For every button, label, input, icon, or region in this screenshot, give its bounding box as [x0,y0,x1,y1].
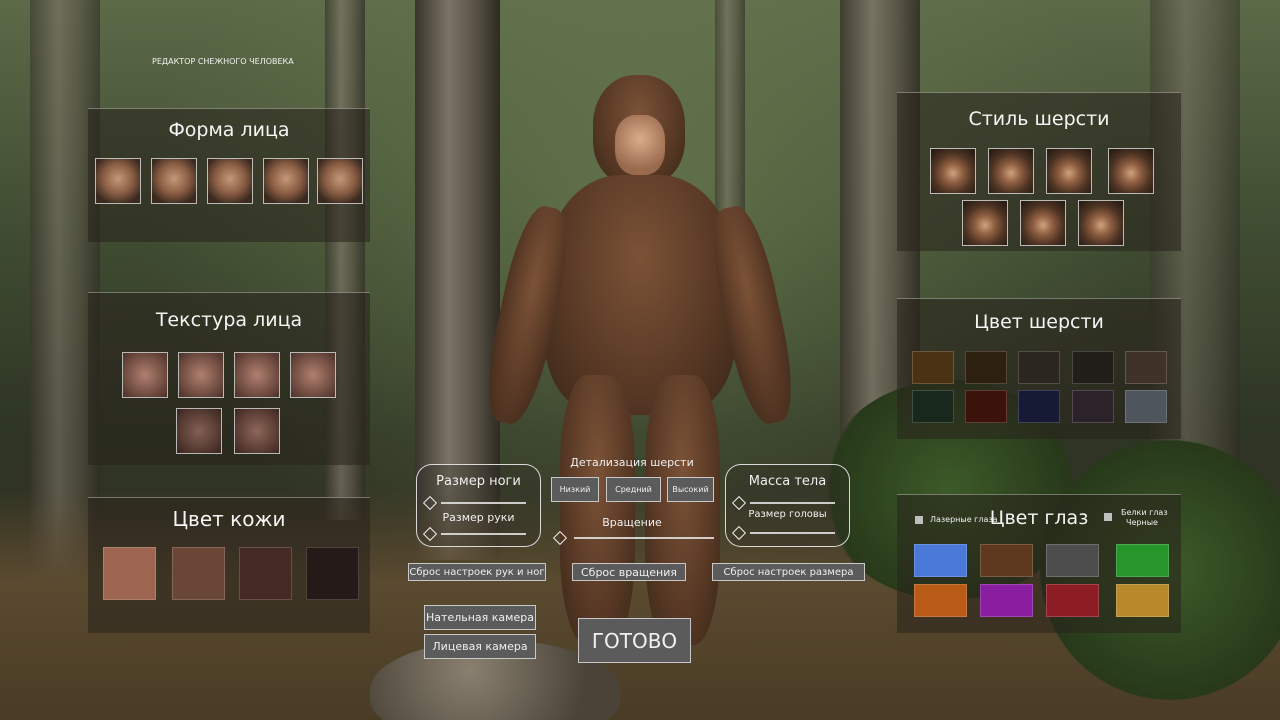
fur-style-option-6[interactable] [1020,200,1066,246]
fur-style-option-7[interactable] [1078,200,1124,246]
reset-rotation-button[interactable]: Сброс вращения [572,563,686,581]
eye-color-swatch-8[interactable] [1116,584,1169,617]
rotation-label: Вращение [602,516,662,529]
limb-size-sliders: Размер ноги Размер руки [416,464,541,547]
fur-style-option-4[interactable] [1108,148,1154,194]
fur-detail-label: Детализация шерсти [570,456,694,469]
eye-color-swatch-1[interactable] [914,544,967,577]
skin-color-swatch-3[interactable] [239,547,292,600]
fur-detail-high-button[interactable]: Высокий [667,477,714,502]
bigfoot-right-leg [645,375,720,645]
bigfoot-torso [545,175,735,415]
face-texture-option-1[interactable] [122,352,168,398]
fur-color-swatch-9[interactable] [1072,390,1114,423]
fur-color-title: Цвет шерсти [974,311,1104,333]
arm-size-slider-handle[interactable] [422,526,438,542]
reset-limbs-button[interactable]: Сброс настроек рук и ног [408,563,546,581]
fur-color-swatch-6[interactable] [912,390,954,423]
body-camera-button[interactable]: Нательная камера [424,605,536,630]
eye-color-swatch-3[interactable] [1046,544,1099,577]
face-texture-option-3[interactable] [234,352,280,398]
bigfoot-face [615,115,665,175]
fur-detail-mid-button[interactable]: Средний [606,477,661,502]
face-texture-option-4[interactable] [290,352,336,398]
fur-color-swatch-10[interactable] [1125,390,1167,423]
fur-color-swatch-4[interactable] [1072,351,1114,384]
skin-color-swatch-4[interactable] [306,547,359,600]
fur-style-option-2[interactable] [988,148,1034,194]
fur-style-title: Стиль шерсти [968,108,1110,130]
eye-color-swatch-4[interactable] [1116,544,1169,577]
laser-eyes-checkbox[interactable] [915,516,923,524]
fur-style-option-3[interactable] [1046,148,1092,194]
face-shape-option-3[interactable] [207,158,253,204]
face-shape-option-5[interactable] [317,158,363,204]
body-mass-slider[interactable] [750,502,835,504]
rotation-slider[interactable] [574,537,714,539]
eye-black-label: Черные [1126,518,1158,527]
fur-color-swatch-5[interactable] [1125,351,1167,384]
eye-whites-checkbox[interactable] [1104,513,1112,521]
skin-color-panel: Цвет кожи [88,497,370,633]
arm-size-slider[interactable] [441,533,526,535]
laser-eyes-label: Лазерные глаза [930,515,998,524]
fur-style-option-1[interactable] [930,148,976,194]
fur-color-panel: Цвет шерсти [897,298,1181,439]
face-shape-panel: Форма лица [88,108,370,242]
eye-color-swatch-2[interactable] [980,544,1033,577]
face-texture-option-6[interactable] [234,408,280,454]
eye-color-panel: Цвет глаз Лазерные глаза Белки глаз Черн… [897,494,1181,633]
fur-detail-low-button[interactable]: Низкий [551,477,599,502]
fur-color-swatch-3[interactable] [1018,351,1060,384]
body-size-sliders: Масса тела Размер головы [725,464,850,547]
face-texture-option-2[interactable] [178,352,224,398]
foot-size-label: Размер ноги [436,474,521,489]
editor-title: РЕДАКТОР СНЕЖНОГО ЧЕЛОВЕКА [152,57,294,66]
face-shape-option-1[interactable] [95,158,141,204]
skin-color-swatch-1[interactable] [103,547,156,600]
face-texture-option-5[interactable] [176,408,222,454]
fur-color-swatch-8[interactable] [1018,390,1060,423]
skin-color-swatch-2[interactable] [172,547,225,600]
arm-size-label: Размер руки [442,511,515,524]
face-texture-panel: Текстура лица [88,292,370,465]
eye-color-swatch-7[interactable] [1046,584,1099,617]
face-shape-title: Форма лица [168,119,290,141]
head-size-slider-handle[interactable] [731,525,747,541]
fur-color-swatch-1[interactable] [912,351,954,384]
foot-size-slider-handle[interactable] [422,495,438,511]
skin-color-title: Цвет кожи [172,507,286,531]
done-button[interactable]: ГОТОВО [578,618,691,663]
body-mass-slider-handle[interactable] [731,495,747,511]
fur-style-panel: Стиль шерсти [897,92,1181,251]
face-shape-option-4[interactable] [263,158,309,204]
face-texture-title: Текстура лица [155,309,303,331]
eye-whites-label: Белки глаз [1121,508,1168,517]
reset-size-button[interactable]: Сброс настроек размера [712,563,865,581]
head-size-slider[interactable] [750,532,835,534]
foot-size-slider[interactable] [441,502,526,504]
eye-color-swatch-5[interactable] [914,584,967,617]
head-size-label: Размер головы [748,509,827,520]
face-camera-button[interactable]: Лицевая камера [424,634,536,659]
bigfoot-left-leg [560,375,635,645]
fur-style-option-5[interactable] [962,200,1008,246]
fur-color-swatch-7[interactable] [965,390,1007,423]
face-shape-option-2[interactable] [151,158,197,204]
eye-color-swatch-6[interactable] [980,584,1033,617]
body-mass-label: Масса тела [748,474,827,489]
fur-color-swatch-2[interactable] [965,351,1007,384]
